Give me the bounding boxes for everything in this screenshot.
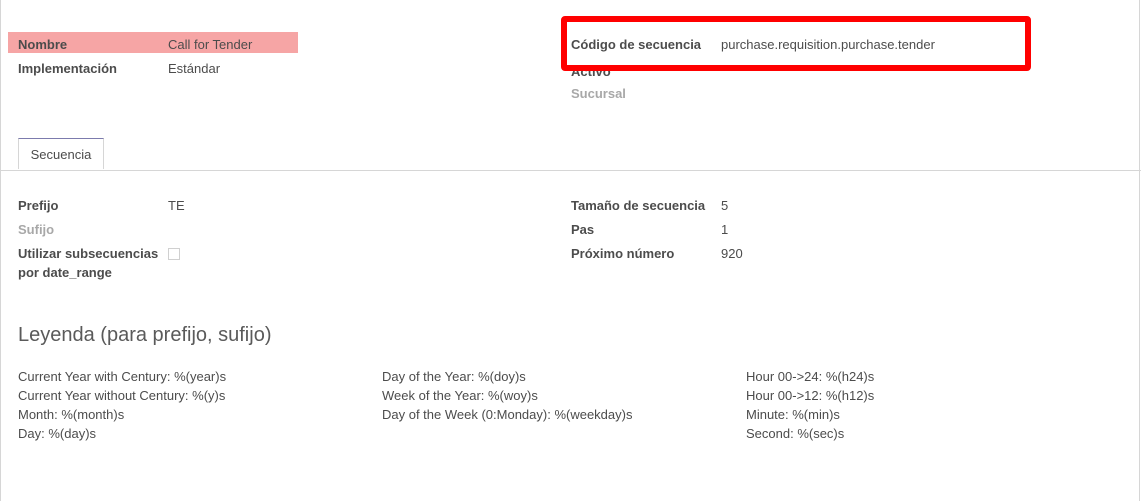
legend-item: Current Year without Century: %(y)s [18,388,226,403]
subsequence-label-line1: Utilizar subsecuencias [18,246,159,261]
legend-item: Hour 00->24: %(h24)s [746,369,875,384]
legend-item: Current Year with Century: %(year)s [18,369,227,384]
implementation-value[interactable]: Estándar [168,61,220,76]
legend-item: Second: %(sec)s [746,426,845,441]
sequence-size-value[interactable]: 5 [721,198,728,213]
step-value[interactable]: 1 [721,222,728,237]
legend-column-3: Hour 00->24: %(h24)s Hour 00->12: %(h12)… [746,367,874,443]
subsequence-checkbox[interactable] [168,248,180,260]
implementation-label: Implementación [18,61,117,76]
legend-item: Minute: %(min)s [746,407,840,422]
legend-item: Day of the Year: %(doy)s [382,369,526,384]
legend-title: Leyenda (para prefijo, sufijo) [18,324,272,346]
form-sheet: Nombre Call for Tender Implementación Es… [0,0,1141,501]
next-number-value[interactable]: 920 [721,246,743,261]
legend-item: Month: %(month)s [18,407,125,422]
sequence-size-label: Tamaño de secuencia [571,198,706,213]
prefix-value[interactable]: TE [168,198,185,213]
next-number-label: Próximo número [571,246,675,261]
name-label: Nombre [18,37,68,52]
sequence-code-label: Código de secuencia [571,37,702,52]
suffix-label: Sufijo [18,222,55,237]
branch-label: Sucursal [571,86,626,101]
legend-item: Day: %(day)s [18,426,97,441]
tab-sequence[interactable]: Secuencia [18,138,104,169]
legend-column-2: Day of the Year: %(doy)s Week of the Yea… [382,367,632,424]
prefix-label: Prefijo [18,198,59,213]
subsequence-label-line2: por date_range [18,265,112,280]
legend-item: Week of the Year: %(woy)s [382,388,538,403]
legend-item: Day of the Week (0:Monday): %(weekday)s [382,407,633,422]
legend-column-1: Current Year with Century: %(year)s Curr… [18,367,226,443]
step-label: Pas [571,222,595,237]
legend-item: Hour 00->12: %(h12)s [746,388,875,403]
sequence-code-value[interactable]: purchase.requisition.purchase.tender [721,37,935,52]
notebook-tabs: Secuencia [1,136,1141,171]
name-value[interactable]: Call for Tender [168,37,252,52]
